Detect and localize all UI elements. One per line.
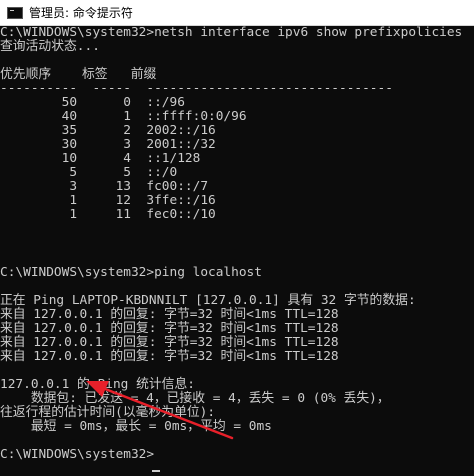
console-line: 3 13 fc00::/7	[0, 179, 209, 194]
console-line: 35 2 2002::/16	[0, 123, 216, 138]
console-line: 10 4 ::1/128	[0, 151, 201, 166]
console-line: 来自 127.0.0.1 的回复: 字节=32 时间<1ms TTL=128	[0, 335, 339, 350]
console-line: 正在 Ping LAPTOP-KBDNNILT [127.0.0.1] 具有 3…	[0, 293, 416, 308]
console-line: 1 11 fec0::/10	[0, 207, 216, 222]
window-title: 管理员: 命令提示符	[29, 6, 133, 20]
cmd-icon	[7, 6, 23, 19]
console-line: C:\WINDOWS\system32>netsh interface ipv6…	[0, 26, 463, 40]
command-prompt-window: 管理员: 命令提示符 C:\WINDOWS\system32>netsh int…	[0, 0, 474, 476]
text-cursor	[152, 470, 160, 472]
console-line: 来自 127.0.0.1 的回复: 字节=32 时间<1ms TTL=128	[0, 349, 339, 364]
console-line: 查询活动状态...	[0, 39, 100, 54]
console-line: 来自 127.0.0.1 的回复: 字节=32 时间<1ms TTL=128	[0, 321, 339, 336]
console-line: ---------- ----- -----------------------…	[0, 81, 393, 96]
console-line: C:\WINDOWS\system32>ping localhost	[0, 265, 262, 280]
console-line: 最短 = 0ms，最长 = 0ms，平均 = 0ms	[0, 419, 272, 434]
console-line: 127.0.0.1 的 Ping 统计信息:	[0, 377, 195, 392]
console-line: 50 0 ::/96	[0, 95, 185, 110]
console-line: 5 5 ::/0	[0, 165, 178, 180]
console-line: 40 1 ::ffff:0:0/96	[0, 109, 247, 124]
console-line: 数据包: 已发送 = 4，已接收 = 4，丢失 = 0 (0% 丢失)，	[0, 391, 390, 406]
console-line: 1 12 3ffe::/16	[0, 193, 216, 208]
console-line: 优先顺序 标签 前缀	[0, 67, 157, 82]
title-bar[interactable]: 管理员: 命令提示符	[0, 0, 474, 26]
console-line: 来自 127.0.0.1 的回复: 字节=32 时间<1ms TTL=128	[0, 307, 339, 322]
console-line: 30 3 2001::/32	[0, 137, 216, 152]
console-line: 往返行程的估计时间(以毫秒为单位):	[0, 405, 216, 420]
console-line: C:\WINDOWS\system32>	[0, 447, 155, 462]
console-output[interactable]: C:\WINDOWS\system32>netsh interface ipv6…	[0, 26, 474, 476]
